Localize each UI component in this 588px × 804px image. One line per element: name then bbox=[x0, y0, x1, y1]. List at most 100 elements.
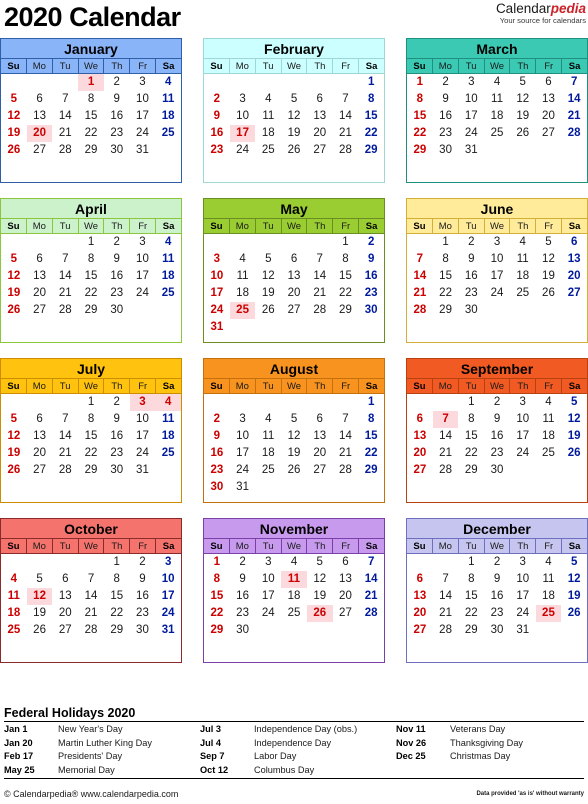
day-cell[interactable]: 24 bbox=[204, 302, 230, 319]
day-cell[interactable]: 28 bbox=[433, 622, 459, 639]
day-cell[interactable]: 23 bbox=[230, 605, 256, 622]
day-cell[interactable]: 26 bbox=[1, 142, 27, 159]
day-cell[interactable]: 23 bbox=[458, 285, 484, 302]
day-cell[interactable]: 23 bbox=[130, 605, 156, 622]
day-cell[interactable]: 21 bbox=[52, 445, 78, 462]
day-cell[interactable]: 11 bbox=[484, 91, 510, 108]
day-cell[interactable]: 24 bbox=[510, 605, 536, 622]
day-cell[interactable]: 13 bbox=[307, 428, 333, 445]
day-cell[interactable]: 27 bbox=[27, 302, 53, 319]
day-cell[interactable]: 4 bbox=[1, 571, 27, 588]
day-cell[interactable]: 20 bbox=[52, 605, 78, 622]
day-cell[interactable]: 17 bbox=[255, 588, 281, 605]
day-cell[interactable]: 19 bbox=[1, 125, 27, 142]
day-cell[interactable]: 2 bbox=[458, 234, 484, 251]
day-cell[interactable]: 12 bbox=[1, 108, 27, 125]
day-cell[interactable]: 3 bbox=[130, 234, 156, 251]
day-cell[interactable]: 15 bbox=[104, 588, 130, 605]
day-cell[interactable]: 5 bbox=[1, 251, 27, 268]
day-cell[interactable]: 29 bbox=[78, 462, 104, 479]
day-cell[interactable]: 29 bbox=[78, 142, 104, 159]
day-cell[interactable]: 29 bbox=[358, 462, 384, 479]
day-cell[interactable]: 14 bbox=[78, 588, 104, 605]
day-cell[interactable]: 21 bbox=[52, 125, 78, 142]
day-cell[interactable]: 15 bbox=[458, 428, 484, 445]
day-cell[interactable]: 3 bbox=[510, 394, 536, 411]
day-cell[interactable]: 30 bbox=[433, 142, 459, 159]
day-cell[interactable]: 14 bbox=[333, 428, 359, 445]
day-cell[interactable]: 9 bbox=[104, 91, 130, 108]
day-cell[interactable]: 24 bbox=[130, 125, 156, 142]
day-cell[interactable]: 16 bbox=[204, 125, 230, 142]
day-cell[interactable]: 23 bbox=[484, 605, 510, 622]
day-cell[interactable]: 1 bbox=[458, 554, 484, 571]
day-cell[interactable]: 12 bbox=[561, 411, 587, 428]
day-cell[interactable]: 3 bbox=[255, 554, 281, 571]
day-cell[interactable]: 9 bbox=[130, 571, 156, 588]
day-cell[interactable]: 21 bbox=[561, 108, 587, 125]
day-cell[interactable]: 8 bbox=[204, 571, 230, 588]
day-cell[interactable]: 4 bbox=[484, 74, 510, 91]
day-cell[interactable]: 21 bbox=[52, 285, 78, 302]
day-cell[interactable]: 16 bbox=[104, 268, 130, 285]
day-cell[interactable]: 19 bbox=[27, 605, 53, 622]
day-cell[interactable]: 25 bbox=[1, 622, 27, 639]
day-cell[interactable]: 30 bbox=[130, 622, 156, 639]
day-cell[interactable]: 29 bbox=[458, 462, 484, 479]
day-cell[interactable]: 15 bbox=[204, 588, 230, 605]
day-cell[interactable]: 2 bbox=[204, 411, 230, 428]
day-cell[interactable]: 31 bbox=[230, 479, 256, 496]
day-cell[interactable]: 30 bbox=[104, 142, 130, 159]
day-cell[interactable]: 3 bbox=[230, 91, 256, 108]
day-cell[interactable]: 12 bbox=[26, 588, 53, 605]
day-cell[interactable]: 27 bbox=[52, 622, 78, 639]
day-cell[interactable]: 20 bbox=[536, 108, 562, 125]
day-cell[interactable]: 26 bbox=[536, 285, 562, 302]
day-cell[interactable]: 30 bbox=[358, 302, 384, 319]
day-cell[interactable]: 9 bbox=[484, 411, 510, 428]
day-cell[interactable]: 18 bbox=[536, 428, 562, 445]
day-cell[interactable]: 12 bbox=[536, 251, 562, 268]
day-cell[interactable]: 6 bbox=[407, 411, 433, 428]
day-cell[interactable]: 20 bbox=[307, 445, 333, 462]
day-cell[interactable]: 6 bbox=[27, 91, 53, 108]
day-cell[interactable]: 5 bbox=[281, 411, 307, 428]
day-cell[interactable]: 1 bbox=[458, 394, 484, 411]
day-cell[interactable]: 13 bbox=[561, 251, 587, 268]
day-cell[interactable]: 19 bbox=[510, 108, 536, 125]
day-cell[interactable]: 4 bbox=[510, 234, 536, 251]
day-cell[interactable]: 18 bbox=[155, 108, 181, 125]
day-cell[interactable]: 19 bbox=[1, 285, 27, 302]
day-cell[interactable]: 26 bbox=[306, 605, 333, 622]
day-cell[interactable]: 13 bbox=[52, 588, 78, 605]
day-cell[interactable]: 28 bbox=[561, 125, 587, 142]
day-cell[interactable]: 17 bbox=[510, 428, 536, 445]
day-cell[interactable]: 2 bbox=[204, 91, 230, 108]
day-cell[interactable]: 3 bbox=[230, 411, 256, 428]
day-cell[interactable]: 1 bbox=[78, 234, 104, 251]
day-cell[interactable]: 23 bbox=[104, 285, 130, 302]
day-cell[interactable]: 17 bbox=[155, 588, 181, 605]
day-cell[interactable]: 28 bbox=[307, 302, 333, 319]
day-cell[interactable]: 3 bbox=[130, 74, 156, 91]
day-cell[interactable]: 3 bbox=[204, 251, 230, 268]
day-cell[interactable]: 7 bbox=[407, 251, 433, 268]
day-cell[interactable]: 29 bbox=[104, 622, 130, 639]
day-cell[interactable]: 13 bbox=[407, 428, 433, 445]
day-cell[interactable]: 26 bbox=[281, 142, 307, 159]
day-cell[interactable]: 24 bbox=[155, 605, 181, 622]
day-cell[interactable]: 19 bbox=[307, 588, 333, 605]
day-cell[interactable]: 27 bbox=[307, 142, 333, 159]
day-cell[interactable]: 10 bbox=[510, 411, 536, 428]
day-cell[interactable]: 2 bbox=[484, 554, 510, 571]
day-cell[interactable]: 27 bbox=[281, 302, 307, 319]
day-cell[interactable]: 28 bbox=[52, 142, 78, 159]
day-cell[interactable]: 16 bbox=[458, 268, 484, 285]
day-cell[interactable]: 16 bbox=[358, 268, 384, 285]
day-cell[interactable]: 23 bbox=[433, 125, 459, 142]
day-cell[interactable]: 8 bbox=[78, 251, 104, 268]
day-cell[interactable]: 1 bbox=[358, 394, 384, 411]
day-cell[interactable]: 25 bbox=[255, 462, 281, 479]
day-cell[interactable]: 29 bbox=[458, 622, 484, 639]
day-cell[interactable]: 17 bbox=[230, 445, 256, 462]
